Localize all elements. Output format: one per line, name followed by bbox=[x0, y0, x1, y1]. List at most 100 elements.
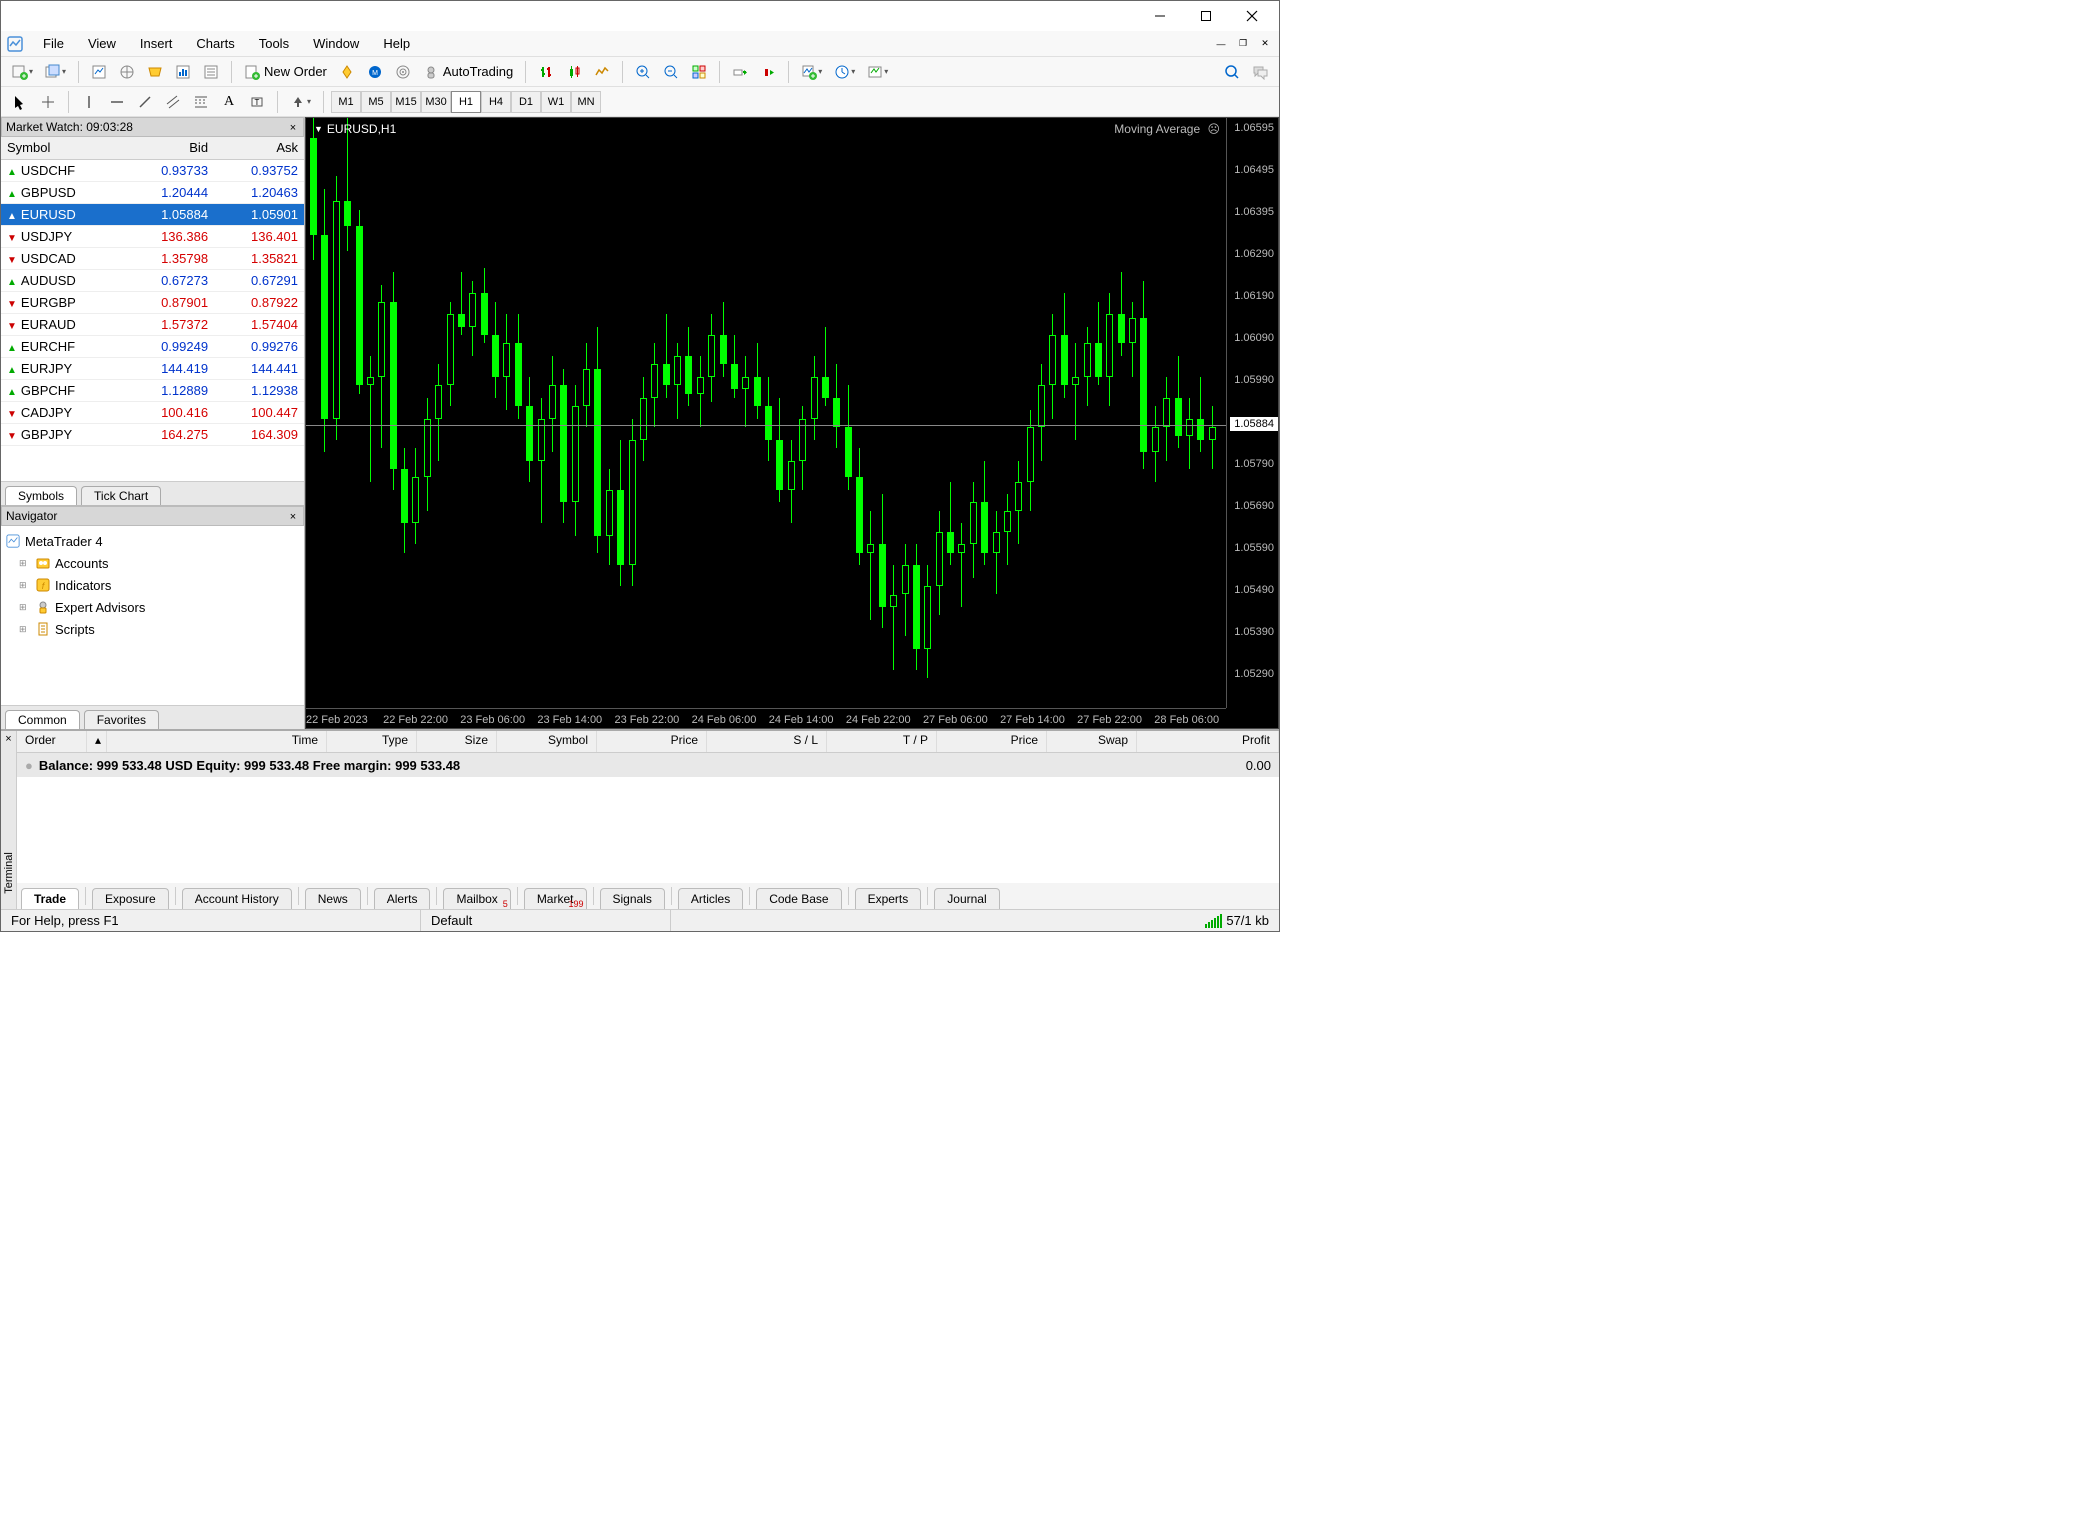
candle-chart-button[interactable] bbox=[561, 59, 587, 85]
horizontal-line-tool[interactable] bbox=[104, 89, 130, 115]
auto-scroll-button[interactable] bbox=[755, 59, 781, 85]
symbol-row-usdchf[interactable]: ▲USDCHF0.937330.93752 bbox=[1, 159, 304, 181]
term-col-profit[interactable]: Profit bbox=[1137, 731, 1279, 752]
term-col-sl[interactable]: S / L bbox=[707, 731, 827, 752]
symbol-row-usdcad[interactable]: ▼USDCAD1.357981.35821 bbox=[1, 247, 304, 269]
symbol-row-euraud[interactable]: ▼EURAUD1.573721.57404 bbox=[1, 313, 304, 335]
term-col-sort[interactable]: ▴ bbox=[87, 731, 107, 752]
menu-charts[interactable]: Charts bbox=[184, 33, 246, 54]
timeframe-m1[interactable]: M1 bbox=[331, 91, 361, 113]
expand-icon[interactable]: ⊞ bbox=[19, 602, 31, 613]
tab-symbols[interactable]: Symbols bbox=[5, 486, 77, 505]
terminal-tab-journal[interactable]: Journal bbox=[934, 888, 999, 909]
terminal-tab-signals[interactable]: Signals bbox=[600, 888, 665, 909]
tab-tick-chart[interactable]: Tick Chart bbox=[81, 486, 161, 505]
profiles-button[interactable] bbox=[40, 59, 71, 85]
timeframe-h4[interactable]: H4 bbox=[481, 91, 511, 113]
status-profile[interactable]: Default bbox=[421, 910, 671, 931]
terminal-tab-news[interactable]: News bbox=[305, 888, 361, 909]
term-col-time[interactable]: Time bbox=[107, 731, 327, 752]
data-window-button[interactable] bbox=[198, 59, 224, 85]
terminal-tab-code-base[interactable]: Code Base bbox=[756, 888, 841, 909]
timeframe-m5[interactable]: M5 bbox=[361, 91, 391, 113]
nav-root[interactable]: MetaTrader 4 bbox=[5, 530, 300, 552]
strategy-tester-button[interactable] bbox=[170, 59, 196, 85]
term-col-price[interactable]: Price bbox=[937, 731, 1047, 752]
vertical-line-tool[interactable] bbox=[76, 89, 102, 115]
navigator-toggle[interactable] bbox=[114, 59, 140, 85]
term-col-price[interactable]: Price bbox=[597, 731, 707, 752]
timeframe-m30[interactable]: M30 bbox=[421, 91, 451, 113]
zoom-out-button[interactable] bbox=[658, 59, 684, 85]
term-col-symbol[interactable]: Symbol bbox=[497, 731, 597, 752]
expand-icon[interactable]: ⊞ bbox=[19, 624, 31, 635]
symbol-row-gbpusd[interactable]: ▲GBPUSD1.204441.20463 bbox=[1, 181, 304, 203]
autotrading-button[interactable]: AutoTrading bbox=[418, 59, 518, 85]
new-chart-button[interactable] bbox=[7, 59, 38, 85]
minimize-button[interactable] bbox=[1137, 1, 1183, 31]
terminal-toggle[interactable] bbox=[142, 59, 168, 85]
menu-view[interactable]: View bbox=[76, 33, 128, 54]
term-col-order[interactable]: Order bbox=[17, 731, 87, 752]
terminal-tab-trade[interactable]: Trade bbox=[21, 888, 79, 909]
timeframe-w1[interactable]: W1 bbox=[541, 91, 571, 113]
bar-chart-button[interactable] bbox=[533, 59, 559, 85]
symbol-row-eurchf[interactable]: ▲EURCHF0.992490.99276 bbox=[1, 335, 304, 357]
mdi-restore-icon[interactable]: ❐ bbox=[1233, 35, 1253, 53]
menu-tools[interactable]: Tools bbox=[247, 33, 301, 54]
close-icon[interactable]: × bbox=[285, 509, 301, 525]
market-watch-toggle[interactable] bbox=[86, 59, 112, 85]
nav-item-scripts[interactable]: ⊞Scripts bbox=[19, 618, 300, 640]
column-bid[interactable]: Bid bbox=[124, 137, 214, 159]
text-tool[interactable]: A bbox=[216, 89, 242, 115]
close-icon[interactable]: × bbox=[5, 733, 11, 745]
nav-item-indicators[interactable]: ⊞fIndicators bbox=[19, 574, 300, 596]
terminal-tab-articles[interactable]: Articles bbox=[678, 888, 743, 909]
timeframe-d1[interactable]: D1 bbox=[511, 91, 541, 113]
mdi-close-icon[interactable]: ✕ bbox=[1255, 35, 1275, 53]
chat-button[interactable] bbox=[1247, 59, 1273, 85]
symbol-row-audusd[interactable]: ▲AUDUSD0.672730.67291 bbox=[1, 269, 304, 291]
tile-windows-button[interactable] bbox=[686, 59, 712, 85]
symbol-row-eurusd[interactable]: ▲EURUSD1.058841.05901 bbox=[1, 203, 304, 225]
signals-button[interactable] bbox=[390, 59, 416, 85]
terminal-tab-exposure[interactable]: Exposure bbox=[92, 888, 169, 909]
chart-window[interactable]: ▼ EURUSD,H1 Moving Average ☹ 1.065951.06… bbox=[305, 117, 1279, 729]
text-label-tool[interactable]: T bbox=[244, 89, 270, 115]
templates-button[interactable] bbox=[862, 59, 893, 85]
indicators-button[interactable] bbox=[796, 59, 827, 85]
timeframe-m15[interactable]: M15 bbox=[391, 91, 421, 113]
new-order-button[interactable]: New Order bbox=[239, 59, 332, 85]
close-button[interactable] bbox=[1229, 1, 1275, 31]
crosshair-tool[interactable] bbox=[35, 89, 61, 115]
symbol-row-eurgbp[interactable]: ▼EURGBP0.879010.87922 bbox=[1, 291, 304, 313]
mql-button[interactable]: M bbox=[362, 59, 388, 85]
zoom-in-button[interactable] bbox=[630, 59, 656, 85]
maximize-button[interactable] bbox=[1183, 1, 1229, 31]
navigator-tree[interactable]: MetaTrader 4 ⊞Accounts⊞fIndicators⊞Exper… bbox=[1, 526, 304, 705]
symbol-row-gbpchf[interactable]: ▲GBPCHF1.128891.12938 bbox=[1, 379, 304, 401]
symbol-row-gbpjpy[interactable]: ▼GBPJPY164.275164.309 bbox=[1, 423, 304, 445]
tab-common[interactable]: Common bbox=[5, 710, 80, 729]
trendline-tool[interactable] bbox=[132, 89, 158, 115]
term-col-type[interactable]: Type bbox=[327, 731, 417, 752]
periods-button[interactable] bbox=[829, 59, 860, 85]
terminal-tab-mailbox[interactable]: Mailbox5 bbox=[443, 888, 510, 909]
column-symbol[interactable]: Symbol bbox=[1, 137, 124, 159]
tab-favorites[interactable]: Favorites bbox=[84, 710, 159, 729]
connection-status[interactable]: 57/1 kb bbox=[1195, 910, 1279, 931]
terminal-tab-experts[interactable]: Experts bbox=[855, 888, 922, 909]
symbol-row-eurjpy[interactable]: ▲EURJPY144.419144.441 bbox=[1, 357, 304, 379]
terminal-tab-market[interactable]: Market199 bbox=[524, 888, 587, 909]
nav-item-accounts[interactable]: ⊞Accounts bbox=[19, 552, 300, 574]
column-ask[interactable]: Ask bbox=[214, 137, 304, 159]
cursor-tool[interactable] bbox=[7, 89, 33, 115]
metaquotes-button[interactable] bbox=[334, 59, 360, 85]
symbol-row-usdjpy[interactable]: ▼USDJPY136.386136.401 bbox=[1, 225, 304, 247]
term-col-size[interactable]: Size bbox=[417, 731, 497, 752]
term-col-swap[interactable]: Swap bbox=[1047, 731, 1137, 752]
symbol-row-cadjpy[interactable]: ▼CADJPY100.416100.447 bbox=[1, 401, 304, 423]
channel-tool[interactable] bbox=[160, 89, 186, 115]
expand-icon[interactable]: ⊞ bbox=[19, 580, 31, 591]
nav-item-expert-advisors[interactable]: ⊞Expert Advisors bbox=[19, 596, 300, 618]
